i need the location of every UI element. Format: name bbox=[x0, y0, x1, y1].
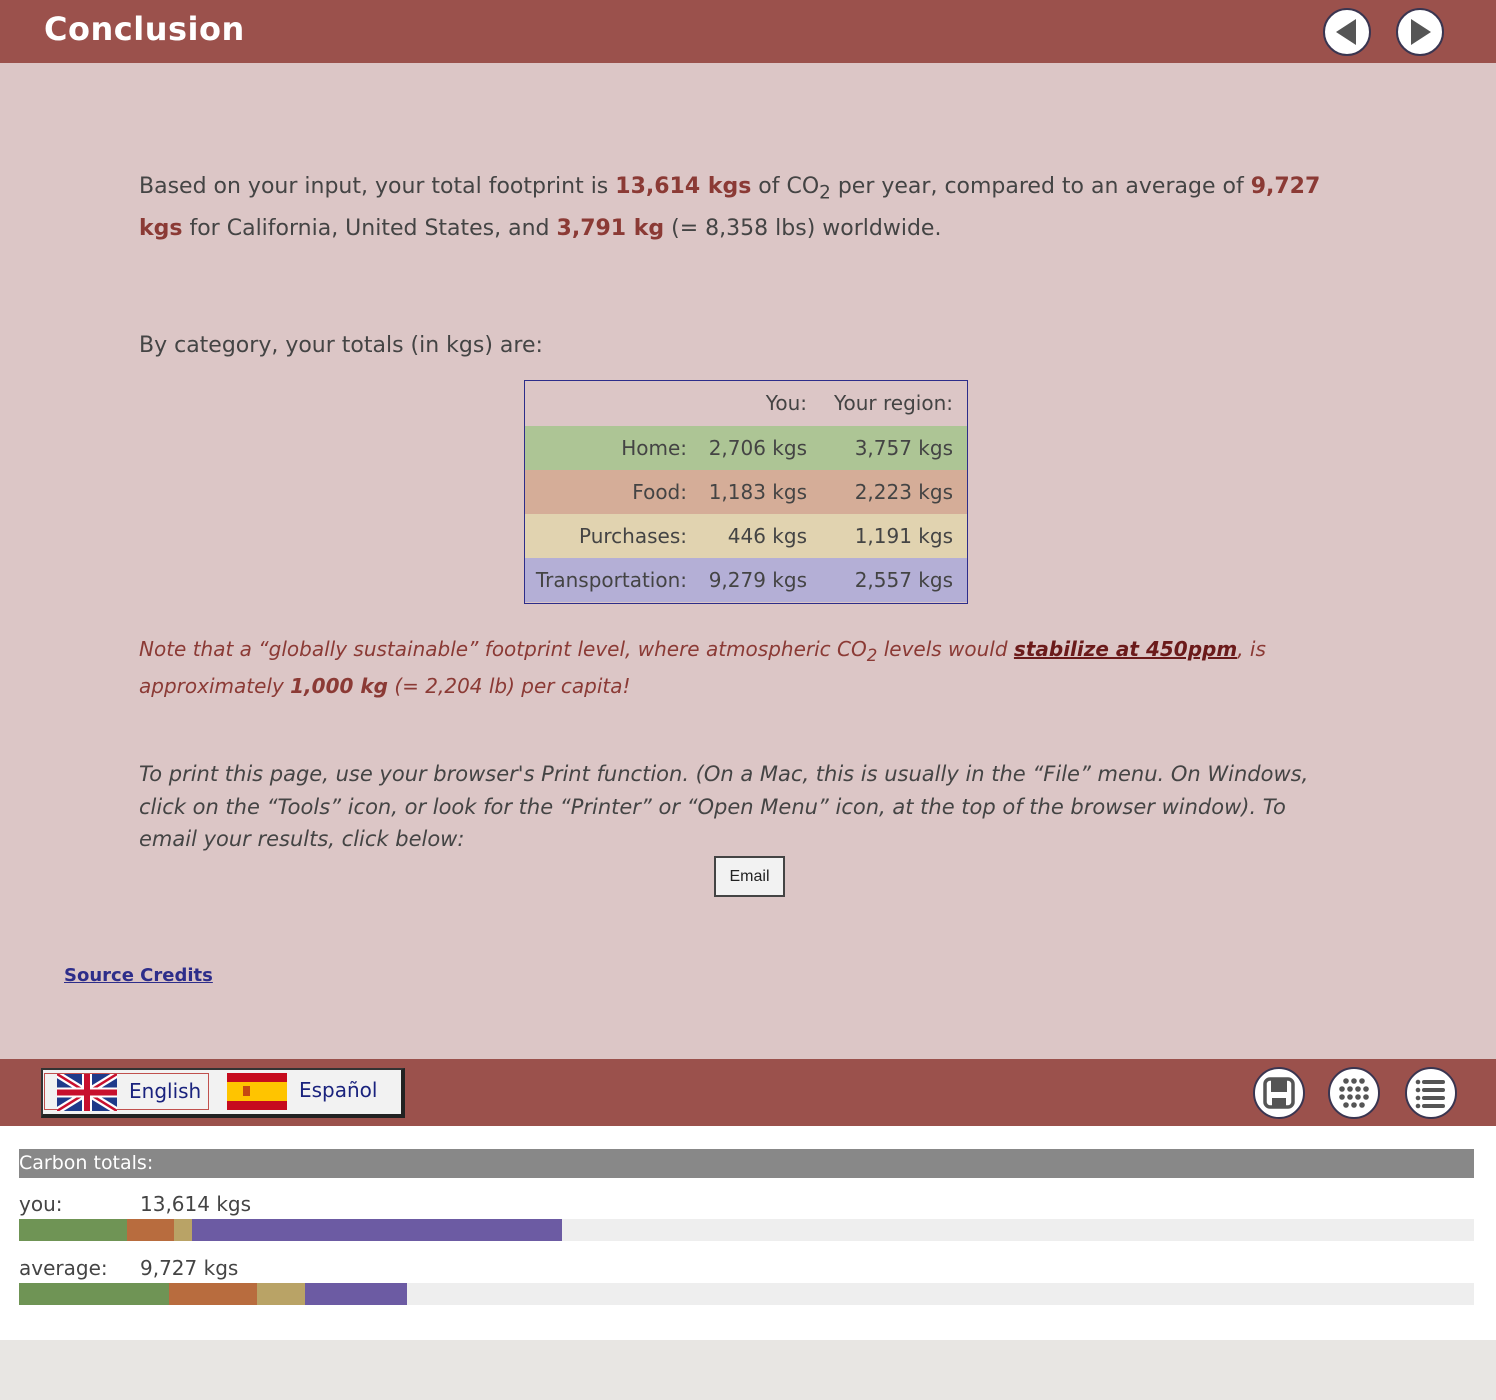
average-label: average: bbox=[19, 1256, 108, 1280]
carbon-totals-panel: Carbon totals: you: 13,614 kgs average: … bbox=[0, 1126, 1496, 1340]
language-spanish[interactable]: Español bbox=[215, 1073, 385, 1110]
total-world-value: 3,791 kg bbox=[556, 216, 665, 242]
average-bar-track bbox=[19, 1283, 1474, 1305]
arrow-left-icon bbox=[1336, 19, 1356, 45]
main-content: Based on your input, your total footprin… bbox=[0, 63, 1496, 1059]
next-button[interactable] bbox=[1396, 8, 1444, 56]
list-menu-button[interactable] bbox=[1405, 1067, 1457, 1119]
bar-segment-home bbox=[19, 1219, 127, 1241]
you-bar-track bbox=[19, 1219, 1474, 1241]
table-row-transportation: Transportation: 9,279 kgs 2,557 kgs bbox=[525, 558, 967, 602]
bar-segment-transportation bbox=[304, 1283, 407, 1305]
bar-segment-food bbox=[168, 1283, 258, 1305]
bar-segment-transportation bbox=[191, 1219, 562, 1241]
subscript: 2 bbox=[866, 646, 878, 665]
save-button[interactable] bbox=[1253, 1067, 1305, 1119]
subscript: 2 bbox=[819, 182, 831, 204]
uk-flag-icon bbox=[57, 1074, 117, 1111]
cell-region: 2,223 kgs bbox=[854, 480, 953, 504]
category-intro: By category, your totals (in kgs) are: bbox=[139, 333, 543, 358]
you-label: you: bbox=[19, 1192, 63, 1216]
cell-region: 1,191 kgs bbox=[854, 524, 953, 548]
table-row-purchases: Purchases: 446 kgs 1,191 kgs bbox=[525, 514, 967, 558]
language-label: English bbox=[129, 1079, 202, 1103]
row-label: Food: bbox=[632, 480, 687, 504]
spain-flag-icon bbox=[227, 1073, 287, 1110]
table-row-home: Home: 2,706 kgs 3,757 kgs bbox=[525, 426, 967, 470]
sustainable-value: 1,000 kg bbox=[290, 674, 388, 698]
total-you-value: 13,614 kgs bbox=[615, 174, 752, 199]
bar-segment-purchases bbox=[174, 1219, 192, 1241]
grid-menu-button[interactable] bbox=[1328, 1067, 1380, 1119]
bar-segment-home bbox=[19, 1283, 169, 1305]
average-total-value: 9,727 kgs bbox=[140, 1256, 239, 1280]
language-label: Español bbox=[299, 1078, 378, 1102]
print-instructions: To print this page, use your browser's P… bbox=[139, 762, 1309, 851]
cell-region: 2,557 kgs bbox=[854, 568, 953, 592]
you-total-value: 13,614 kgs bbox=[140, 1192, 252, 1216]
grid-icon bbox=[1339, 1078, 1369, 1108]
summary-text: for California, United States, and bbox=[182, 216, 557, 242]
top-bar: Conclusion bbox=[0, 0, 1496, 63]
row-label: Purchases: bbox=[579, 524, 687, 548]
cell-you: 2,706 kgs bbox=[708, 436, 807, 460]
carbon-totals-header: Carbon totals: bbox=[19, 1149, 1474, 1178]
column-header-you: You: bbox=[765, 391, 807, 415]
bar-segment-food bbox=[126, 1219, 175, 1241]
footprint-summary: Based on your input, your total footprin… bbox=[139, 169, 1369, 247]
sustainability-note: Note that a “globally sustainable” footp… bbox=[139, 634, 1289, 702]
bottom-bar: English Español bbox=[0, 1059, 1496, 1126]
row-label: Home: bbox=[621, 436, 687, 460]
row-label: Transportation: bbox=[535, 568, 687, 592]
note-text: (= 2,204 lb) per capita! bbox=[387, 674, 631, 698]
summary-text: of CO bbox=[751, 174, 820, 199]
table-row-food: Food: 1,183 kgs 2,223 kgs bbox=[525, 470, 967, 514]
language-selector: English Español bbox=[41, 1068, 405, 1118]
bar-segment-purchases bbox=[257, 1283, 305, 1305]
source-credits-link[interactable]: Source Credits bbox=[64, 965, 213, 986]
cell-region: 3,757 kgs bbox=[854, 436, 953, 460]
email-button[interactable]: Email bbox=[714, 856, 785, 897]
cell-you: 446 kgs bbox=[727, 524, 807, 548]
summary-text: Based on your input, your total footprin… bbox=[139, 174, 616, 199]
stabilize-link[interactable]: stabilize at 450ppm bbox=[1014, 637, 1237, 661]
language-english[interactable]: English bbox=[44, 1073, 209, 1111]
page-title: Conclusion bbox=[44, 10, 245, 48]
list-icon bbox=[1415, 1079, 1445, 1109]
category-table: You: Your region: Home: 2,706 kgs 3,757 … bbox=[524, 380, 968, 604]
arrow-right-icon bbox=[1411, 19, 1431, 45]
summary-text: per year, compared to an average of bbox=[830, 174, 1251, 199]
summary-text: (= 8,358 lbs) worldwide. bbox=[664, 216, 942, 242]
table-header-row: You: Your region: bbox=[525, 381, 967, 425]
previous-button[interactable] bbox=[1323, 8, 1371, 56]
note-text: Note that a “globally sustainable” footp… bbox=[139, 637, 867, 661]
cell-you: 9,279 kgs bbox=[708, 568, 807, 592]
column-header-region: Your region: bbox=[833, 391, 953, 415]
cell-you: 1,183 kgs bbox=[708, 480, 807, 504]
save-icon bbox=[1263, 1077, 1295, 1109]
note-text: levels would bbox=[877, 637, 1014, 661]
